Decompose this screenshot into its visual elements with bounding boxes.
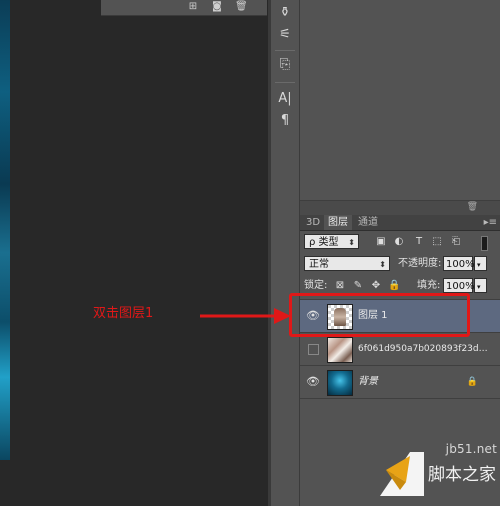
fill-slider-button[interactable]: ▾: [474, 278, 487, 293]
tab-channels[interactable]: 通道: [354, 215, 382, 230]
opacity-field[interactable]: 100%: [443, 256, 475, 271]
canvas-image-edge: [0, 0, 10, 460]
clone-source-icon[interactable]: ⎘: [276, 56, 294, 74]
lock-position-icon[interactable]: ✥: [370, 280, 382, 292]
chevron-down-icon: ⬍: [379, 260, 386, 269]
blend-mode-value: 正常: [309, 259, 329, 270]
empty-panel-area: 🗑: [300, 0, 500, 215]
character-icon[interactable]: A|: [276, 90, 294, 108]
shape-filter-icon[interactable]: ⬚: [431, 236, 443, 248]
lock-icon: 🔒: [466, 377, 478, 387]
type-filter-icon[interactable]: T: [413, 236, 425, 248]
layer-name[interactable]: 背景: [358, 376, 378, 388]
filter-row: ρ 类型 ⬍ ▣ ◐ T ⬚ ⎗: [300, 234, 500, 252]
blend-mode-dropdown[interactable]: 正常 ⬍: [304, 256, 390, 271]
annotation-highlight-box: [289, 293, 470, 337]
filter-kind-dropdown[interactable]: ρ 类型 ⬍: [304, 234, 359, 249]
watermark: jb51.net 脚本之家: [380, 440, 500, 506]
annotation-text: 双击图层1: [93, 306, 154, 321]
dock-divider: [275, 50, 295, 51]
fill-field[interactable]: 100%: [443, 278, 475, 293]
canvas-area[interactable]: [10, 0, 268, 506]
layer-thumbnail[interactable]: [327, 337, 353, 363]
opacity-slider-button[interactable]: ▾: [474, 256, 487, 271]
dock-divider: [275, 82, 295, 83]
fill-label: 填充:: [417, 280, 441, 291]
blend-row: 正常 ⬍ 不透明度: 100% ▾: [300, 256, 500, 274]
layer-thumbnail[interactable]: [327, 370, 353, 396]
fill-value: 100%: [446, 281, 475, 292]
opacity-value: 100%: [446, 259, 475, 270]
trash-icon[interactable]: 🗑: [467, 202, 478, 212]
new-layer-icon[interactable]: ⊞: [187, 2, 199, 12]
eye-icon[interactable]: 👁: [306, 376, 320, 388]
tab-layers[interactable]: 图层: [324, 215, 352, 230]
opacity-label: 不透明度:: [398, 258, 442, 269]
watermark-domain: jb51.net: [445, 442, 497, 456]
layer-row-photo[interactable]: 6f061d950a7b020893f23d…: [300, 332, 500, 366]
image-filter-icon[interactable]: ▣: [375, 236, 387, 248]
visibility-toggle-box[interactable]: [308, 344, 319, 355]
layer-row-background[interactable]: 👁 背景 🔒: [300, 365, 500, 399]
brush-presets-icon[interactable]: ⚟: [276, 26, 294, 44]
collapsed-panel-dock: ⚱ ⚟ ⎘ A| ¶: [271, 0, 300, 506]
paragraph-icon[interactable]: ¶: [276, 112, 294, 130]
filter-kind-label: ρ 类型: [309, 237, 339, 248]
chevron-down-icon: ▾: [477, 283, 481, 291]
floating-panel-footer: ⊞ ◙ 🗑: [101, 0, 267, 16]
annotation-arrow-icon: [200, 308, 291, 324]
lock-transparent-icon[interactable]: ⊠: [334, 280, 346, 292]
trash-icon[interactable]: 🗑: [235, 2, 248, 12]
lock-all-icon[interactable]: 🔒: [388, 280, 400, 292]
brush-settings-icon[interactable]: ⚱: [276, 4, 294, 22]
chevron-down-icon: ▾: [477, 261, 481, 269]
panel-menu-icon[interactable]: ▸≡: [484, 215, 497, 230]
chevron-down-icon: ⬍: [348, 238, 355, 247]
tab-3d[interactable]: 3D: [302, 215, 324, 230]
layer-list-divider: [300, 398, 500, 399]
smart-object-filter-icon[interactable]: ⎗: [450, 236, 462, 248]
lock-label: 锁定:: [304, 280, 328, 291]
camera-icon[interactable]: ◙: [211, 2, 223, 12]
adjustment-filter-icon[interactable]: ◐: [393, 236, 405, 248]
lock-paint-icon[interactable]: ✎: [352, 280, 364, 292]
layer-name[interactable]: 6f061d950a7b020893f23d…: [358, 343, 488, 355]
watermark-brand: 脚本之家: [428, 465, 496, 485]
panel-tabs: 3D 图层 通道 ▸≡: [300, 215, 500, 231]
filter-toggle-switch[interactable]: [481, 236, 488, 251]
watermark-page-curl-icon: [380, 452, 424, 496]
